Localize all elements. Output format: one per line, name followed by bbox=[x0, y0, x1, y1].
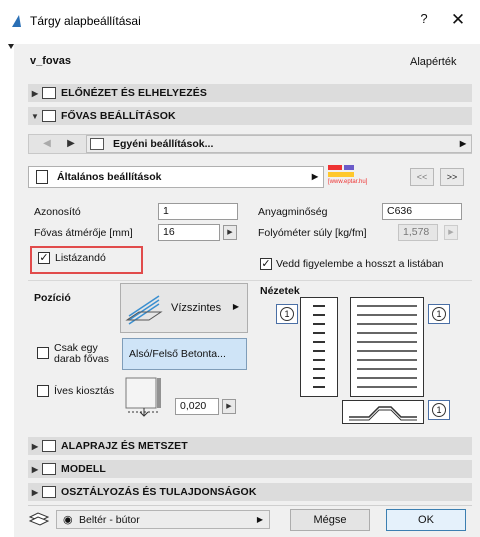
weight-label: Folyóméter súly [kg/fm] bbox=[258, 227, 367, 239]
classification-icon bbox=[42, 486, 56, 498]
section-model[interactable]: ▶ MODELL bbox=[28, 460, 472, 478]
expand-icon: ▶ bbox=[31, 487, 39, 497]
footer-divider bbox=[28, 505, 472, 506]
plan-view-box[interactable] bbox=[350, 297, 424, 397]
panel-selector[interactable]: Általános beállítások ▶ bbox=[28, 166, 324, 188]
section-view-box[interactable] bbox=[300, 297, 338, 397]
panel-list-icon bbox=[36, 170, 48, 184]
close-button[interactable]: ✕ bbox=[446, 10, 470, 32]
chevron-right-icon: ▶ bbox=[311, 172, 318, 181]
weight-field: 1,578 bbox=[398, 224, 438, 241]
next-page-button[interactable]: >> bbox=[440, 168, 464, 186]
next-favorite-icon[interactable]: ▶ bbox=[62, 135, 80, 153]
default-button[interactable]: Alapérték bbox=[410, 56, 456, 68]
eye-icon: ◉ bbox=[63, 514, 73, 526]
horizontal-bar-icon bbox=[125, 295, 163, 325]
ok-button[interactable]: OK bbox=[386, 509, 466, 531]
list-checkbox[interactable]: ✓ bbox=[38, 252, 50, 264]
section-classification[interactable]: ▶ OSZTÁLYOZÁS ÉS TULAJDONSÁGOK bbox=[28, 483, 472, 501]
prev-page-button[interactable]: << bbox=[410, 168, 434, 186]
settings-grid-icon bbox=[42, 110, 56, 122]
id-label: Azonosító bbox=[34, 206, 81, 218]
side-view-box[interactable] bbox=[342, 400, 424, 424]
section-floorplan[interactable]: ▶ ALAPRAJZ ÉS METSZET bbox=[28, 437, 472, 455]
concrete-cover-button[interactable]: Alsó/Felső Betonta... bbox=[122, 338, 247, 370]
cover-step-icon[interactable]: ▶ bbox=[222, 399, 236, 414]
curved-checkbox[interactable] bbox=[37, 385, 49, 397]
chevron-right-icon: ▶ bbox=[256, 515, 263, 524]
id-field[interactable]: 1 bbox=[158, 203, 238, 220]
single-bar-label: Csak egy darab fővas bbox=[54, 343, 109, 365]
section-settings-label: FŐVAS BEÁLLÍTÁSOK bbox=[61, 110, 176, 122]
preview-icon bbox=[42, 87, 56, 99]
orientation-label: Vízszintes bbox=[171, 302, 222, 314]
logo-text: [www.eptar.hu] bbox=[328, 179, 368, 185]
model-icon bbox=[42, 463, 56, 475]
diameter-step-icon[interactable]: ▶ bbox=[223, 225, 237, 240]
expand-icon: ▶ bbox=[31, 464, 39, 474]
view-marker-top-left[interactable]: 1 bbox=[276, 304, 298, 324]
chevron-right-icon: ▶ bbox=[459, 139, 466, 148]
floorplan-icon bbox=[42, 440, 56, 452]
layer-label: Beltér - bútor bbox=[79, 514, 140, 526]
section-model-label: MODELL bbox=[61, 463, 106, 475]
section-preview[interactable]: ▶ ELŐNÉZET ÉS ELHELYEZÉS bbox=[28, 84, 472, 102]
section-settings[interactable]: ▼ FŐVAS BEÁLLÍTÁSOK bbox=[28, 107, 472, 125]
cover-diagram-icon bbox=[125, 377, 161, 417]
view-marker-bottom[interactable]: 1 bbox=[428, 400, 450, 420]
single-bar-checkbox[interactable] bbox=[37, 347, 49, 359]
panel-label: Általános beállítások bbox=[57, 171, 162, 183]
layers-icon bbox=[28, 512, 50, 526]
view-marker-icon: 1 bbox=[432, 403, 446, 417]
eptar-logo: [www.eptar.hu] bbox=[328, 163, 374, 187]
section-classification-label: OSZTÁLYOZÁS ÉS TULAJDONSÁGOK bbox=[61, 486, 257, 498]
position-label: Pozíció bbox=[34, 292, 71, 304]
diameter-field[interactable]: 16 bbox=[158, 224, 220, 241]
material-label: Anyagminőség bbox=[258, 206, 328, 218]
favorites-button[interactable]: Egyéni beállítások... ▶ bbox=[86, 135, 472, 153]
curved-label: Íves kiosztás bbox=[54, 385, 115, 397]
help-button[interactable]: ? bbox=[412, 11, 436, 31]
weight-step-icon: ▶ bbox=[444, 225, 458, 240]
section-floorplan-label: ALAPRAJZ ÉS METSZET bbox=[61, 440, 188, 452]
diameter-label: Fővas átmérője [mm] bbox=[34, 227, 133, 239]
object-name: v_fovas bbox=[30, 55, 71, 67]
prev-favorite-icon[interactable]: ◀ bbox=[38, 135, 56, 153]
window-title: Tárgy alapbeállításai bbox=[30, 14, 141, 28]
material-field[interactable]: C636 bbox=[382, 203, 462, 220]
stirrup-lines-icon bbox=[313, 305, 325, 388]
view-marker-icon: 1 bbox=[432, 307, 446, 321]
collapse-icon: ▼ bbox=[30, 111, 40, 121]
list-label: Listázandó bbox=[55, 252, 106, 264]
divider bbox=[28, 280, 472, 281]
view-marker-icon: 1 bbox=[280, 307, 294, 321]
layer-selector[interactable]: ◉ Beltér - bútor ▶ bbox=[56, 510, 270, 529]
orientation-button[interactable]: Vízszintes ▶ bbox=[120, 283, 248, 333]
chevron-right-icon: ▶ bbox=[232, 302, 239, 311]
concrete-cover-label: Alsó/Felső Betonta... bbox=[129, 348, 226, 360]
favorites-label: Egyéni beállítások... bbox=[113, 138, 214, 150]
bent-bar-icon bbox=[349, 406, 417, 421]
expand-icon: ▶ bbox=[31, 441, 39, 451]
cancel-button[interactable]: Mégse bbox=[290, 509, 370, 531]
app-icon bbox=[12, 15, 21, 27]
length-checkbox[interactable]: ✓ bbox=[260, 258, 272, 270]
section-preview-label: ELŐNÉZET ÉS ELHELYEZÉS bbox=[61, 87, 207, 99]
favorites-icon bbox=[90, 138, 104, 150]
length-label: Vedd figyelembe a hosszt a listában bbox=[276, 258, 444, 270]
views-label: Nézetek bbox=[260, 285, 300, 297]
expand-icon: ▶ bbox=[31, 88, 39, 98]
view-marker-top-right[interactable]: 1 bbox=[428, 304, 450, 324]
bar-lines-icon bbox=[357, 305, 417, 388]
cover-field[interactable]: 0,020 bbox=[175, 398, 219, 415]
